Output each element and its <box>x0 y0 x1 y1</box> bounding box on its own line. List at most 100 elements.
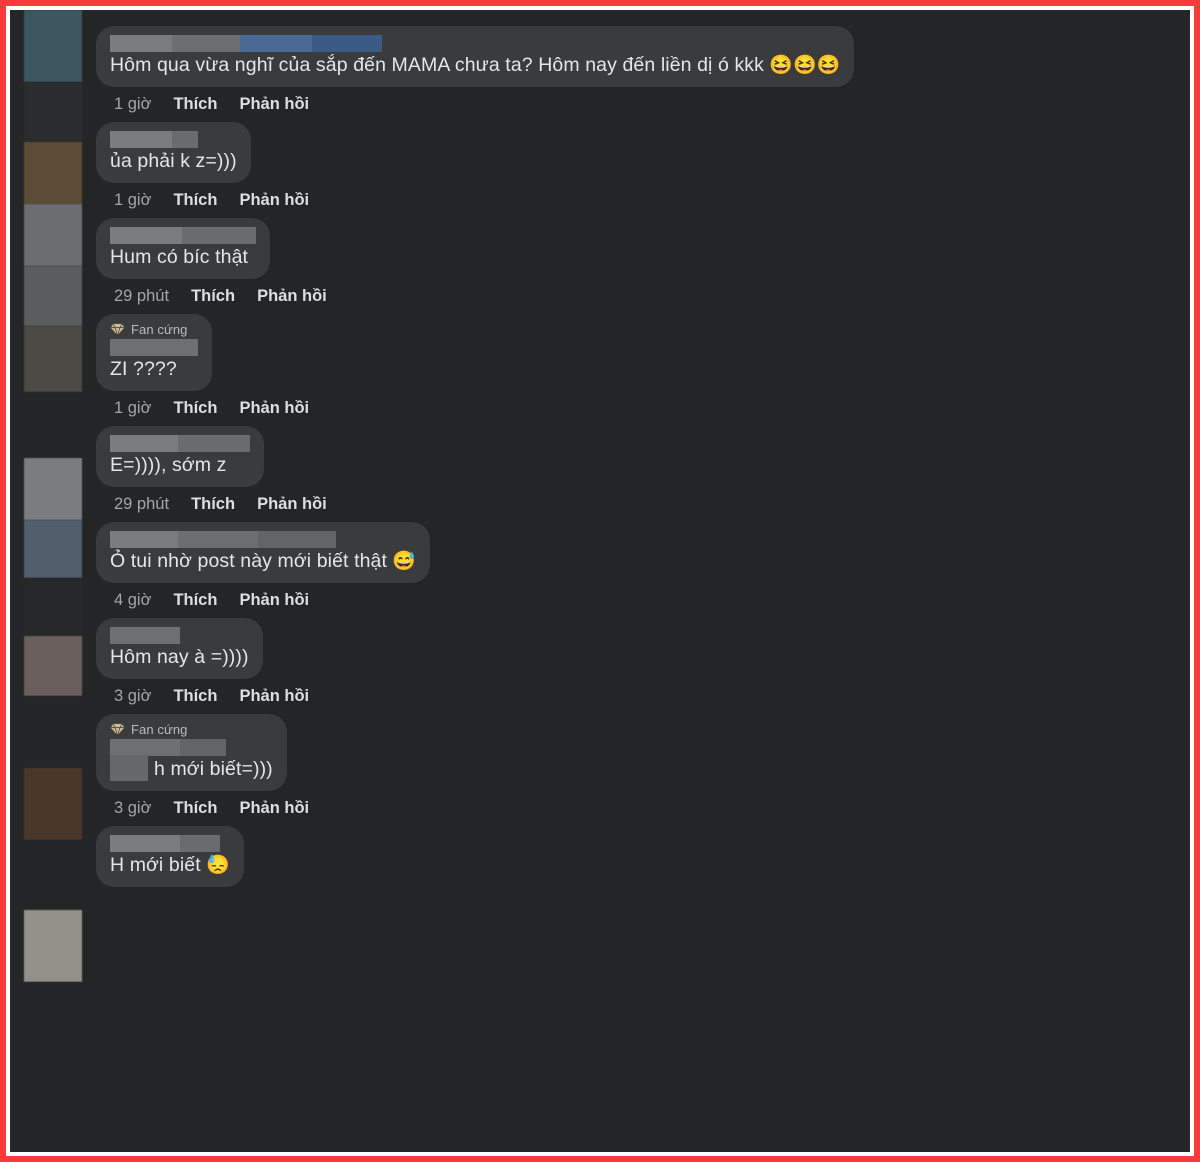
reply-button[interactable]: Phản hồi <box>239 799 309 818</box>
comment-timestamp: 3 giờ <box>114 799 152 817</box>
like-button[interactable]: Thích <box>173 399 217 418</box>
comment-item: Ỏ tui nhờ post này mới biết thật 😅 4 giờ T… <box>96 522 1186 618</box>
fan-badge-label: Fan cứng <box>131 722 188 737</box>
comment-bubble[interactable]: Hôm nay à =)))) <box>96 618 263 679</box>
like-button[interactable]: Thích <box>173 799 217 818</box>
redaction-segment <box>178 531 258 548</box>
comment-bubble[interactable]: Fan cứng ZI ???? <box>96 314 212 391</box>
comment-bubble[interactable]: Hôm qua vừa nghĩ của sắp đến MAMA chưa t… <box>96 26 855 87</box>
redaction-segment <box>110 627 180 644</box>
comment-emoji: 😓 <box>200 855 230 876</box>
comment-timestamp: 29 phút <box>114 287 170 305</box>
avatar-redaction-block <box>24 982 82 1072</box>
avatar-redaction-block <box>24 910 82 982</box>
author-name-redaction <box>110 627 180 644</box>
avatar-redaction-block <box>24 696 82 768</box>
comment-thread: Hôm qua vừa nghĩ của sắp đến MAMA chưa t… <box>10 10 1190 1152</box>
author-name-redaction <box>110 835 220 852</box>
redaction-segment <box>110 835 180 852</box>
like-button[interactable]: Thích <box>191 495 235 514</box>
comment-item: Hum có bíc thật 29 phút Thích Phản hồi <box>96 218 1186 314</box>
comment-timestamp: 29 phút <box>114 495 170 513</box>
comment-timestamp: 1 giờ <box>114 95 152 113</box>
comment-item: ủa phải k z=))) 1 giờ Thích Phản hồi <box>96 122 1186 218</box>
redaction-segment <box>172 35 240 52</box>
reply-button[interactable]: Phản hồi <box>239 687 309 706</box>
comment-actions: 4 giờ Thích Phản hồi <box>96 583 309 618</box>
comment-bubble[interactable]: Fan cứng h mới biết=))) <box>96 714 287 791</box>
comment-actions: 29 phút Thích Phản hồi <box>96 279 327 314</box>
comment-actions: 1 giờ Thích Phản hồi <box>96 391 309 426</box>
comment-item: Fan cứng h mới biết=))) 3 giờ Thích Phản hồi <box>96 714 1186 826</box>
redaction-segment <box>110 739 180 756</box>
comment-bubble[interactable]: H mới biết 😓 <box>96 826 244 887</box>
reply-button[interactable]: Phản hồi <box>257 495 327 514</box>
comment-timestamp: 3 giờ <box>114 687 152 705</box>
author-name-redaction <box>110 339 198 356</box>
redaction-segment <box>240 35 312 52</box>
author-name-redaction <box>110 531 336 548</box>
comment-timestamp: 4 giờ <box>114 591 152 609</box>
avatar-redaction-block <box>24 82 82 142</box>
comment-text: H mới biết 😓 <box>110 854 230 876</box>
comment-actions: 1 giờ Thích Phản hồi <box>96 87 309 122</box>
screenshot-annotation-frame: Hôm qua vừa nghĩ của sắp đến MAMA chưa t… <box>0 0 1200 1162</box>
redaction-segment <box>110 339 198 356</box>
comment-bubble[interactable]: Ỏ tui nhờ post này mới biết thật 😅 <box>96 522 430 583</box>
avatar-redaction-block <box>24 840 82 910</box>
comment-item: Fan cứng ZI ???? 1 giờ Thích Phản hồi <box>96 314 1186 426</box>
avatar-redaction-block <box>24 768 82 840</box>
fan-badge-label: Fan cứng <box>131 322 188 337</box>
comment-item: H mới biết 😓 <box>96 826 1186 887</box>
comment-text: ủa phải k z=))) <box>110 150 237 172</box>
like-button[interactable]: Thích <box>191 287 235 306</box>
reply-button[interactable]: Phản hồi <box>239 191 309 210</box>
comment-text: Hum có bíc thật <box>110 246 249 268</box>
gem-icon <box>110 323 125 337</box>
avatar-redaction-block <box>24 142 82 204</box>
comment-list: Hôm qua vừa nghĩ của sắp đến MAMA chưa t… <box>96 26 1186 887</box>
comment-emoji: 😆😆😆 <box>764 55 841 76</box>
avatar-redaction-block <box>24 458 82 520</box>
fan-badge: Fan cứng <box>110 722 273 737</box>
comment-bubble[interactable]: Hum có bíc thật <box>96 218 270 279</box>
comment-actions: 1 giờ Thích Phản hồi <box>96 183 309 218</box>
reply-button[interactable]: Phản hồi <box>239 95 309 114</box>
author-name-redaction <box>110 227 256 244</box>
author-name-redaction <box>110 435 250 452</box>
avatar-redaction-block <box>24 266 82 326</box>
comment-text: Hôm qua vừa nghĩ của sắp đến MAMA chưa t… <box>110 54 841 76</box>
like-button[interactable]: Thích <box>173 191 217 210</box>
fan-badge: Fan cứng <box>110 322 198 337</box>
comment-bubble[interactable]: E=)))), sớm z <box>96 426 264 487</box>
like-button[interactable]: Thích <box>173 95 217 114</box>
comment-actions: 3 giờ Thích Phản hồi <box>96 791 309 826</box>
comment-emoji: 😅 <box>387 551 416 572</box>
redaction-segment <box>312 35 382 52</box>
redaction-segment <box>180 739 226 756</box>
comment-actions: 3 giờ Thích Phản hồi <box>96 679 309 714</box>
author-name-redaction-line2 <box>110 755 148 781</box>
comment-bubble[interactable]: ủa phải k z=))) <box>96 122 251 183</box>
redaction-segment <box>110 531 178 548</box>
comment-timestamp: 1 giờ <box>114 399 152 417</box>
comment-text: ZI ???? <box>110 358 177 380</box>
author-name-redaction <box>110 131 198 148</box>
comment-text: Hôm nay à =)))) <box>110 646 249 668</box>
redaction-segment <box>180 835 220 852</box>
comment-item: Hôm qua vừa nghĩ của sắp đến MAMA chưa t… <box>96 26 1186 122</box>
avatar-redaction-block <box>24 392 82 458</box>
comment-timestamp: 1 giờ <box>114 191 152 209</box>
reply-button[interactable]: Phản hồi <box>239 399 309 418</box>
avatar-column <box>24 10 82 1152</box>
like-button[interactable]: Thích <box>173 591 217 610</box>
comment-text: Ỏ tui nhờ post này mới biết thật 😅 <box>110 550 416 572</box>
reply-button[interactable]: Phản hồi <box>257 287 327 306</box>
redaction-segment <box>258 531 336 548</box>
avatar-redaction-block <box>24 326 82 392</box>
redaction-segment <box>178 435 250 452</box>
redaction-segment <box>110 227 182 244</box>
reply-button[interactable]: Phản hồi <box>239 591 309 610</box>
like-button[interactable]: Thích <box>173 687 217 706</box>
author-name-redaction <box>110 739 226 756</box>
